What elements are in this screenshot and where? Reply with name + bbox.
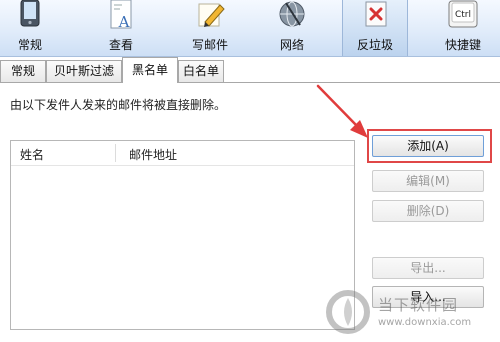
watermark-logo-icon <box>326 290 370 334</box>
watermark-url: www.downxia.com <box>378 317 472 328</box>
tab-blacklist[interactable]: 黑名单 <box>122 57 178 83</box>
watermark-text: 当下软件园 <box>378 296 459 314</box>
annotation-arrow <box>316 84 368 138</box>
